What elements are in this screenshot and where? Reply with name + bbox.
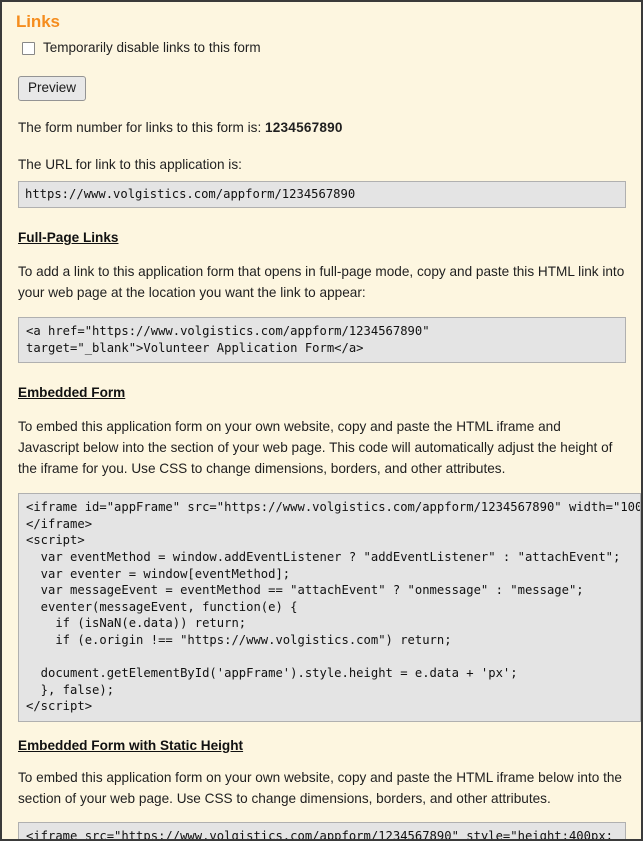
disable-links-checkbox-label: Temporarily disable links to this form <box>43 40 261 55</box>
page-content: Links Temporarily disable links to this … <box>2 2 641 839</box>
url-label: The URL for link to this application is: <box>18 157 242 172</box>
checkbox-icon[interactable] <box>22 41 35 55</box>
form-number-prefix: The form number for links to this form i… <box>18 120 266 135</box>
links-settings-page: Links Temporarily disable links to this … <box>2 2 641 839</box>
embedded-static-height-heading: Embedded Form with Static Height <box>18 737 244 753</box>
disable-links-checkbox-row[interactable]: Temporarily disable links to this form <box>22 40 627 56</box>
embedded-form-heading: Embedded Form <box>18 385 126 401</box>
application-url-field[interactable]: https://www.volgistics.com/appform/12345… <box>18 181 626 208</box>
embedded-static-height-code[interactable]: <iframe src="https://www.volgistics.com/… <box>18 821 626 839</box>
full-page-links-heading: Full-Page Links <box>18 230 119 245</box>
embedded-static-height-description: To embed this application form on your o… <box>18 769 622 806</box>
preview-button[interactable]: Preview <box>18 76 87 101</box>
full-page-links-description: To add a link to this application form t… <box>18 264 625 300</box>
page-title: Links <box>16 12 60 31</box>
full-page-links-code[interactable]: <a href="https://www.volgistics.com/appf… <box>18 317 626 364</box>
form-number-line: The form number for links to this form i… <box>18 117 625 138</box>
embedded-form-code[interactable]: <iframe id="appFrame" src="https://www.v… <box>18 493 641 722</box>
form-number-value: 1234567890 <box>265 120 343 135</box>
embedded-form-description: To embed this application form on your o… <box>18 419 613 477</box>
